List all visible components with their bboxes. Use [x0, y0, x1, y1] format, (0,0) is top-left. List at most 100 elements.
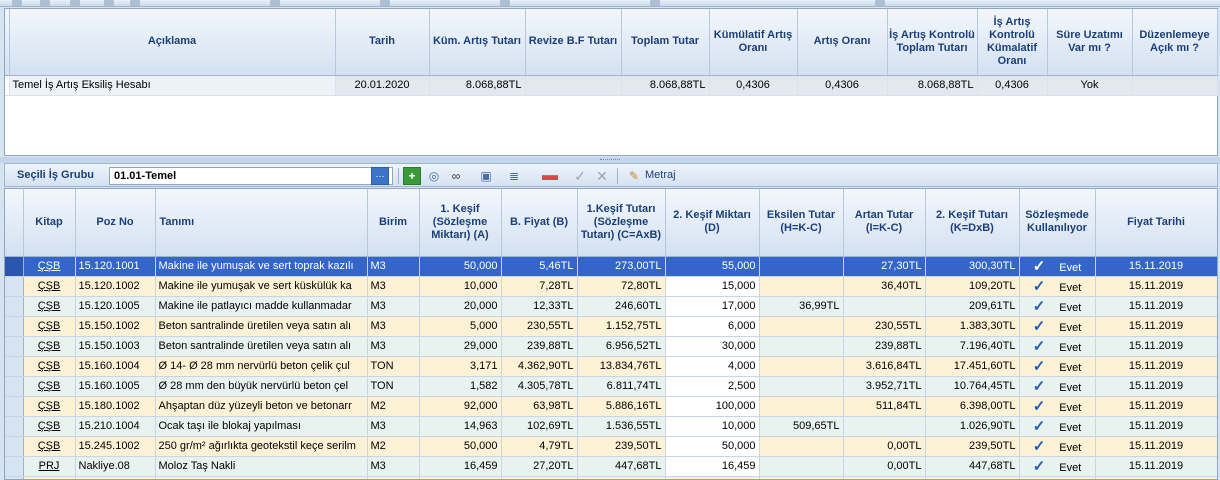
cell-tanimi[interactable]: Makine ile yumuşak ve sert küskülük ka: [155, 276, 368, 297]
cell-kesif1[interactable]: 50,000: [419, 256, 502, 277]
window-icon[interactable]: ▣: [477, 167, 495, 185]
cell-fiyat-tarihi[interactable]: 15.11.2019: [1095, 296, 1217, 317]
table-cell[interactable]: [75, 476, 156, 479]
cell-tutar1[interactable]: 239,50TL: [577, 436, 666, 457]
checkmark-icon[interactable]: ✓: [1033, 398, 1046, 415]
toolbar-icon[interactable]: [270, 0, 280, 6]
col-header-kontrol-oran[interactable]: İş Artış Kontrolü Kümalatif Oranı: [977, 9, 1048, 76]
cell-sure[interactable]: Yok: [1047, 75, 1133, 96]
col-header-eksilen[interactable]: Eksilen Tutar (H=K-C): [759, 189, 844, 257]
tree-icon[interactable]: ≣: [505, 167, 523, 185]
cell-kesif2[interactable]: 30,000: [665, 336, 760, 357]
cell-kesif1[interactable]: 16,459: [419, 456, 502, 477]
splitter-grip[interactable]: [600, 159, 620, 161]
col-header-birim[interactable]: Birim: [367, 189, 420, 257]
cell-kullaniliyor[interactable]: ✓ Evet: [1019, 456, 1096, 477]
metraj-icon[interactable]: ✎: [625, 167, 643, 185]
col-header-kum-artis[interactable]: Küm. Artış Tutarı: [429, 9, 526, 76]
cell-kum-artis[interactable]: 8.068,88TL: [429, 75, 526, 96]
cell-kitap[interactable]: ÇŞB: [23, 316, 76, 337]
checkmark-icon[interactable]: ✓: [1033, 318, 1046, 335]
cell-poz-no[interactable]: 15.120.1005: [75, 296, 156, 317]
cell-kitap[interactable]: ÇŞB: [23, 356, 76, 377]
cell-artan[interactable]: 239,88TL: [843, 336, 926, 357]
cell-artan[interactable]: 3.952,71TL: [843, 376, 926, 397]
cell-artan[interactable]: [843, 296, 926, 317]
cell-fiyat-tarihi[interactable]: 15.11.2019: [1095, 356, 1217, 377]
checkmark-icon[interactable]: ✓: [1033, 378, 1046, 395]
cell-kesif1[interactable]: 1,582: [419, 376, 502, 397]
cell-tanimi[interactable]: Beton santralinde üretilen veya satın al…: [155, 316, 368, 337]
cell-poz-no[interactable]: 15.150.1002: [75, 316, 156, 337]
add-icon[interactable]: +: [403, 167, 421, 185]
cell-fiyat[interactable]: 27,20TL: [501, 456, 578, 477]
table-row[interactable]: ÇŞB 15.160.1005 Ø 28 mm den büyük nervürlü…: [5, 376, 1217, 397]
cell-kesif2[interactable]: 10,000: [665, 416, 760, 437]
cell-tutar2[interactable]: 1.026,90TL: [925, 416, 1020, 437]
table-cell[interactable]: [925, 476, 1020, 479]
cell-tanimi[interactable]: Ø 28 mm den büyük nervürlü beton çel: [155, 376, 368, 397]
cell-tutar1[interactable]: 13.834,76TL: [577, 356, 666, 377]
cell-kesif1[interactable]: 10,000: [419, 276, 502, 297]
cell-birim[interactable]: TON: [367, 376, 420, 397]
table-row[interactable]: ÇŞB 15.210.1004 Ocak taşı ile blokaj yapıl…: [5, 416, 1217, 437]
cell-tutar1[interactable]: 1.536,55TL: [577, 416, 666, 437]
cell-poz-no[interactable]: 15.160.1004: [75, 356, 156, 377]
cell-fiyat[interactable]: 4.305,78TL: [501, 376, 578, 397]
cell-tanimi[interactable]: Moloz Taş Nakli: [155, 456, 368, 477]
table-row[interactable]: [5, 476, 1217, 479]
cell-tanimi[interactable]: Beton santralinde üretilen veya satın al…: [155, 336, 368, 357]
cell-eksilen[interactable]: [759, 356, 844, 377]
col-header-revize[interactable]: Revize B.F Tutarı: [525, 9, 622, 76]
cell-eksilen[interactable]: [759, 456, 844, 477]
table-cell[interactable]: [843, 476, 926, 479]
cell-fiyat[interactable]: 239,88TL: [501, 336, 578, 357]
cell-poz-no[interactable]: 15.210.1004: [75, 416, 156, 437]
col-header-tutar1[interactable]: 1.Keşif Tutarı (Sözleşme Tutarı) (C=AxB): [577, 189, 666, 257]
search-doc-icon[interactable]: ◎: [425, 167, 443, 185]
cell-artan[interactable]: 511,84TL: [843, 396, 926, 417]
cell-eksilen[interactable]: 509,65TL: [759, 416, 844, 437]
cell-poz-no[interactable]: Nakliye.08: [75, 456, 156, 477]
checkmark-icon[interactable]: ✓: [1033, 418, 1046, 435]
cell-birim[interactable]: M2: [367, 436, 420, 457]
table-cell[interactable]: [577, 476, 666, 479]
col-header-kesif1[interactable]: 1. Keşif (Sözleşme Miktarı) (A): [419, 189, 502, 257]
cell-revize[interactable]: [525, 75, 622, 96]
cell-kitap[interactable]: ÇŞB: [23, 396, 76, 417]
cell-kesif1[interactable]: 5,000: [419, 316, 502, 337]
table-row[interactable]: ÇŞB 15.180.1002 Ahşaptan düz yüzeyli beton…: [5, 396, 1217, 417]
cell-birim[interactable]: M3: [367, 296, 420, 317]
cell-fiyat-tarihi[interactable]: 15.11.2019: [1095, 336, 1217, 357]
cell-kitap[interactable]: ÇŞB: [23, 436, 76, 457]
cell-artan[interactable]: 0,00TL: [843, 456, 926, 477]
toolbar-icon[interactable]: [12, 0, 22, 6]
cell-poz-no[interactable]: 15.150.1003: [75, 336, 156, 357]
col-header-toplam[interactable]: Toplam Tutar: [621, 9, 710, 76]
cell-eksilen[interactable]: [759, 276, 844, 297]
cell-kesif2[interactable]: 6,000: [665, 316, 760, 337]
cell-kullaniliyor[interactable]: ✓ Evet: [1019, 376, 1096, 397]
table-cell[interactable]: [155, 476, 368, 479]
selected-group-field[interactable]: 01.01-Temel: [109, 167, 393, 185]
cell-tutar2[interactable]: 7.196,40TL: [925, 336, 1020, 357]
cell-kesif2[interactable]: 55,000: [665, 256, 760, 277]
cell-kitap[interactable]: ÇŞB: [23, 376, 76, 397]
cell-kullaniliyor[interactable]: ✓ Evet: [1019, 416, 1096, 437]
cell-tutar2[interactable]: 209,61TL: [925, 296, 1020, 317]
col-header-fiyat[interactable]: B. Fiyat (B): [501, 189, 578, 257]
cell-artan[interactable]: [843, 416, 926, 437]
col-header-kullaniliyor[interactable]: Sözleşmede Kullanılıyor: [1019, 189, 1096, 257]
row-indicator[interactable]: [5, 256, 24, 277]
metraj-button[interactable]: Metraj: [645, 169, 676, 181]
cell-artan[interactable]: 27,30TL: [843, 256, 926, 277]
table-cell[interactable]: [23, 476, 76, 479]
cell-kesif2[interactable]: 17,000: [665, 296, 760, 317]
toolbar-icon[interactable]: [380, 0, 390, 6]
checkmark-icon[interactable]: ✓: [1033, 298, 1046, 315]
cell-kesif1[interactable]: 20,000: [419, 296, 502, 317]
cell-birim[interactable]: M3: [367, 456, 420, 477]
row-indicator[interactable]: [5, 416, 24, 437]
col-header-tanimi[interactable]: Tanımı: [155, 189, 368, 257]
cell-fiyat-tarihi[interactable]: 15.11.2019: [1095, 276, 1217, 297]
